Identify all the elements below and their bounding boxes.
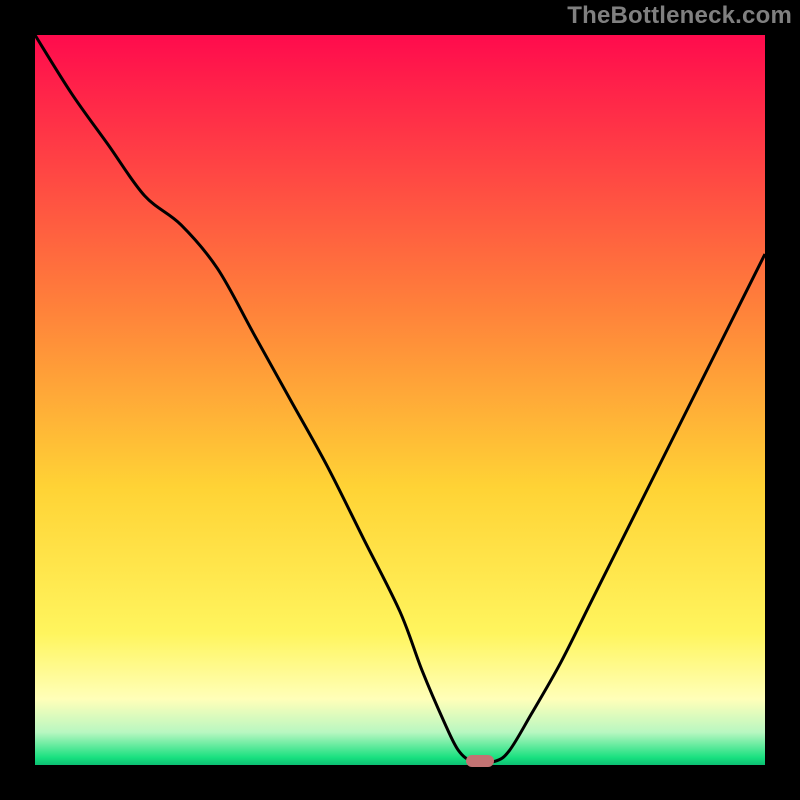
bottleneck-chart: TheBottleneck.com bbox=[0, 0, 800, 800]
chart-svg bbox=[0, 0, 800, 800]
chart-plot-area bbox=[35, 35, 765, 765]
optimal-point-marker bbox=[466, 755, 494, 767]
watermark-text: TheBottleneck.com bbox=[567, 2, 792, 30]
